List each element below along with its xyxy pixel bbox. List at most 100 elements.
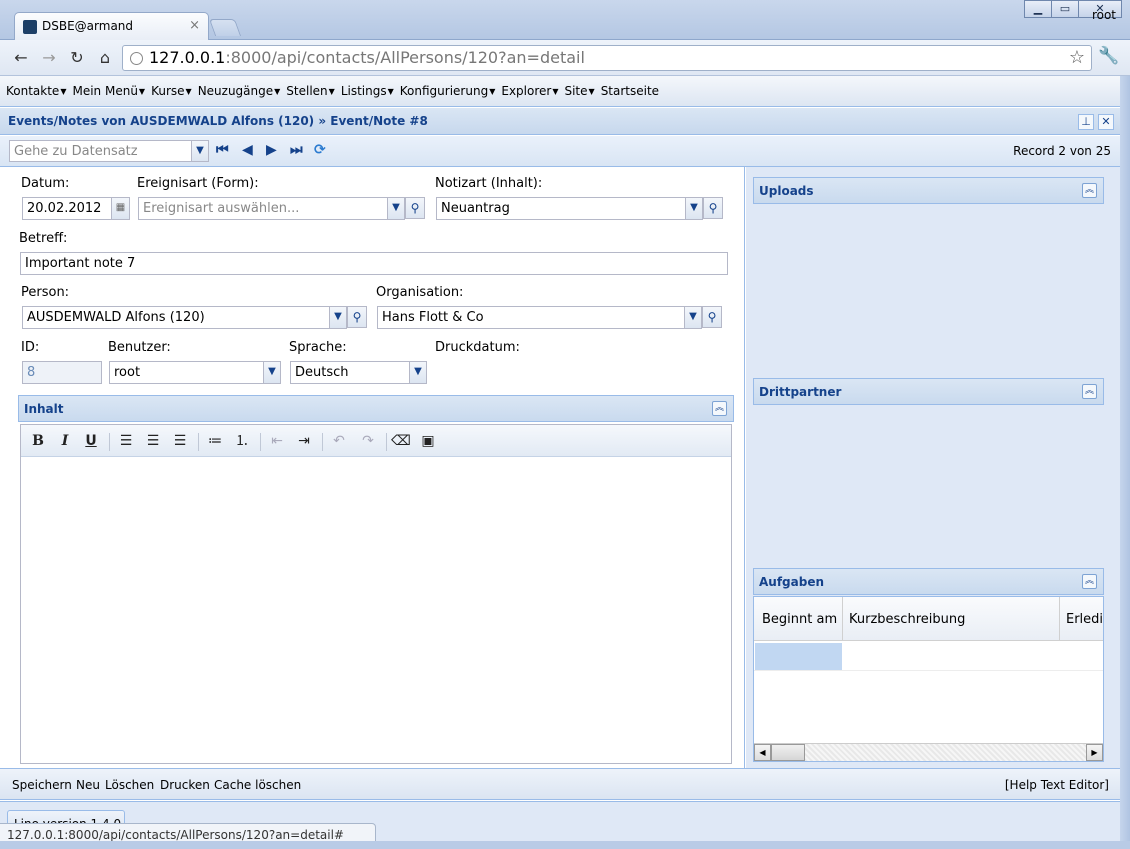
save-button[interactable]: Speichern (12, 778, 72, 792)
menu-item-neuzugänge[interactable]: Neuzugänge▼ (198, 84, 281, 98)
minimize-button[interactable]: ▁ (1024, 0, 1052, 18)
back-arrow-icon[interactable]: ← (10, 48, 32, 68)
notizart-combo[interactable]: Neuantrag ▼ (436, 197, 703, 220)
address-bar[interactable]: 127.0.0.1:8000/api/contacts/AllPersons/1… (122, 45, 1092, 71)
menu-user[interactable]: root (1092, 8, 1116, 22)
browser-tab[interactable]: DSBE@armand × (14, 12, 209, 40)
grid-row-selected-cell[interactable] (755, 643, 842, 670)
druckdatum-label: Druckdatum: (435, 340, 520, 355)
menu-item-explorer[interactable]: Explorer▼ (501, 84, 558, 98)
numbered-list-icon[interactable]: ⒈ (231, 432, 253, 450)
menu-item-konfigurierung[interactable]: Konfigurierung▼ (400, 84, 496, 98)
editor-toolbar: B I U ☰ ☰ ☰ ≔ ⒈ ⇤ ⇥ ↶ ↷ ⌫ ▣ (21, 425, 731, 457)
align-left-icon[interactable]: ☰ (115, 432, 137, 450)
person-combo[interactable]: AUSDEMWALD Alfons (120) ▼ (22, 306, 347, 329)
collapse-icon[interactable]: ︽ (1082, 183, 1097, 198)
chevron-down-icon[interactable]: ▼ (263, 362, 280, 383)
dropdown-arrow-icon: ▼ (328, 87, 335, 96)
new-tab-button[interactable] (208, 19, 242, 36)
print-button[interactable]: Drucken (160, 778, 210, 792)
forward-arrow-icon[interactable]: → (38, 48, 60, 68)
calendar-icon[interactable]: ▦ (111, 198, 129, 219)
html-editor[interactable]: B I U ☰ ☰ ☰ ≔ ⒈ ⇤ ⇥ ↶ ↷ ⌫ ▣ (20, 424, 732, 764)
id-label: ID: (21, 340, 40, 355)
horizontal-scrollbar[interactable]: ◀ ▶ (754, 743, 1103, 761)
source-view-icon[interactable]: ▣ (417, 432, 439, 450)
bold-icon[interactable]: B (27, 432, 49, 450)
notizart-search-icon[interactable]: ⚲ (703, 197, 723, 219)
collapse-icon[interactable]: ︽ (1082, 384, 1097, 399)
goto-record-combo[interactable]: Gehe zu Datensatz ▼ (9, 140, 209, 162)
record-navigator: Gehe zu Datensatz ▼ ⏮ ◀ ▶ ⏭ ⟳ Record 2 v… (0, 136, 1120, 167)
home-icon[interactable]: ⌂ (94, 48, 116, 68)
bookmark-star-icon[interactable]: ☆ (1069, 47, 1085, 68)
next-record-icon[interactable]: ▶ (266, 142, 277, 158)
clear-cache-button[interactable]: Cache löschen (214, 778, 301, 792)
chevron-down-icon[interactable]: ▼ (329, 307, 346, 328)
dropdown-arrow-icon: ▼ (185, 87, 192, 96)
indent-icon[interactable]: ⇥ (293, 432, 315, 450)
notizart-label: Notizart (Inhalt): (435, 176, 543, 191)
person-search-icon[interactable]: ⚲ (347, 306, 367, 328)
scroll-left-icon[interactable]: ◀ (754, 744, 771, 761)
menu-item-startseite[interactable]: Startseite (601, 84, 659, 98)
bottom-action-bar: Speichern Neu Löschen Drucken Cache lösc… (0, 768, 1120, 800)
first-record-icon[interactable]: ⏮ (216, 142, 229, 158)
aufgaben-header: Aufgaben ︽ (753, 568, 1104, 595)
eraser-icon[interactable]: ⌫ (390, 432, 412, 450)
id-field: 8 (22, 361, 102, 384)
align-center-icon[interactable]: ☰ (142, 432, 164, 450)
underline-icon[interactable]: U (80, 432, 102, 450)
grid-col-erledigt[interactable]: Erledigt (1066, 612, 1103, 627)
align-right-icon[interactable]: ☰ (169, 432, 191, 450)
grid-header: Beginnt am Kurzbeschreibung Erledigt (754, 597, 1103, 641)
grid-col-beginnt[interactable]: Beginnt am (762, 612, 837, 627)
outdent-icon[interactable]: ⇤ (266, 432, 288, 450)
close-icon[interactable]: ✕ (1098, 114, 1114, 130)
tab-title: DSBE@armand (42, 19, 134, 33)
last-record-icon[interactable]: ⏭ (290, 142, 303, 158)
menu-item-stellen[interactable]: Stellen▼ (286, 84, 335, 98)
italic-icon[interactable]: I (54, 432, 76, 450)
organisation-combo[interactable]: Hans Flott & Co ▼ (377, 306, 702, 329)
menu-item-kurse[interactable]: Kurse▼ (151, 84, 192, 98)
scroll-thumb[interactable] (771, 744, 805, 761)
collapse-icon[interactable]: ︽ (712, 401, 727, 416)
datum-field[interactable]: 20.02.2012 ▦ (22, 197, 130, 220)
scroll-right-icon[interactable]: ▶ (1086, 744, 1103, 761)
bullet-list-icon[interactable]: ≔ (204, 432, 226, 450)
main-menu-bar: Kontakte▼ Mein Menü▼ Kurse▼ Neuzugänge▼ Stel… (0, 76, 1130, 107)
tab-close-icon[interactable]: × (189, 18, 200, 33)
menu-item-site[interactable]: Site▼ (564, 84, 594, 98)
grid-col-kurzbeschreibung[interactable]: Kurzbeschreibung (849, 612, 965, 627)
new-button[interactable]: Neu (76, 778, 100, 792)
pin-icon[interactable]: ⊥ (1078, 114, 1094, 130)
delete-button[interactable]: Löschen (105, 778, 154, 792)
chevron-down-icon[interactable]: ▼ (684, 307, 701, 328)
window-frame-right (1120, 76, 1130, 849)
menu-item-kontakte[interactable]: Kontakte▼ (6, 84, 66, 98)
goto-record-placeholder: Gehe zu Datensatz (14, 144, 138, 159)
maximize-button[interactable]: ▭ (1051, 0, 1079, 18)
menu-item-listings[interactable]: Listings▼ (341, 84, 394, 98)
chevron-down-icon[interactable]: ▼ (387, 198, 404, 219)
ereignisart-search-icon[interactable]: ⚲ (405, 197, 425, 219)
chevron-down-icon[interactable]: ▼ (685, 198, 702, 219)
ereignisart-combo[interactable]: Ereignisart auswählen... ▼ (138, 197, 405, 220)
reload-icon[interactable]: ↻ (66, 48, 88, 68)
collapse-icon[interactable]: ︽ (1082, 574, 1097, 589)
wrench-icon[interactable]: 🔧 (1098, 46, 1119, 66)
refresh-icon[interactable]: ⟳ (314, 142, 326, 158)
detail-panel-header: Events/Notes von AUSDEMWALD Alfons (120)… (0, 108, 1120, 135)
sprache-combo[interactable]: Deutsch ▼ (290, 361, 427, 384)
benutzer-combo[interactable]: root ▼ (109, 361, 281, 384)
chevron-down-icon[interactable]: ▼ (409, 362, 426, 383)
betreff-field[interactable]: Important note 7 (20, 252, 728, 275)
redo-icon[interactable]: ↷ (357, 432, 379, 450)
prev-record-icon[interactable]: ◀ (242, 142, 253, 158)
menu-item-mein-menü[interactable]: Mein Menü▼ (72, 84, 145, 98)
undo-icon[interactable]: ↶ (328, 432, 350, 450)
chevron-down-icon[interactable]: ▼ (191, 141, 208, 161)
help-text-editor-link[interactable]: [Help Text Editor] (1005, 778, 1109, 792)
organisation-search-icon[interactable]: ⚲ (702, 306, 722, 328)
